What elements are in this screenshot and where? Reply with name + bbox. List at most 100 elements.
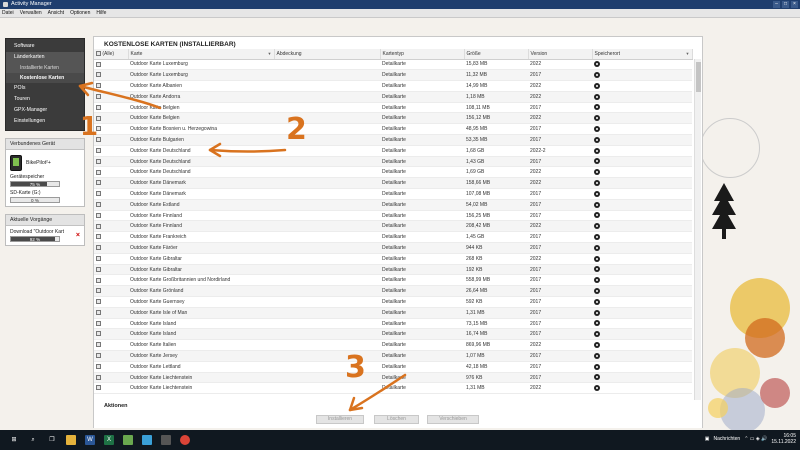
row-checkbox-cell[interactable] <box>94 102 128 114</box>
row-checkbox[interactable] <box>96 385 101 391</box>
row-checkbox-cell[interactable] <box>94 220 128 233</box>
cell-speicherort[interactable] <box>592 69 692 82</box>
row-checkbox-cell[interactable] <box>94 361 128 373</box>
row-checkbox-cell[interactable] <box>94 372 128 384</box>
storage-location-icon[interactable] <box>594 180 600 186</box>
storage-location-icon[interactable] <box>594 72 600 79</box>
row-checkbox[interactable] <box>96 61 101 67</box>
cell-speicherort[interactable] <box>592 91 692 103</box>
cell-speicherort[interactable] <box>592 123 692 136</box>
storage-location-icon[interactable] <box>594 266 600 273</box>
table-row[interactable]: Outdoor Karte Bosnien u. Herzegowina Deta… <box>94 123 692 136</box>
row-checkbox-cell[interactable] <box>94 274 128 287</box>
row-checkbox[interactable] <box>96 104 101 110</box>
table-row[interactable]: Outdoor Karte Guernsey Detailkarte 592 KB 2… <box>94 296 692 308</box>
storage-location-icon[interactable] <box>594 93 600 100</box>
storage-location-icon[interactable] <box>594 374 600 381</box>
nav-laenderkarten[interactable]: Länderkarten <box>6 52 84 63</box>
row-checkbox[interactable] <box>96 93 101 99</box>
menu-datei[interactable]: Datei <box>2 10 14 16</box>
cell-speicherort[interactable] <box>592 382 692 395</box>
storage-location-icon[interactable] <box>594 309 600 316</box>
storage-location-icon[interactable] <box>594 255 600 262</box>
row-checkbox-cell[interactable] <box>94 231 128 244</box>
storage-location-icon[interactable] <box>594 104 600 111</box>
table-scrollbar[interactable] <box>694 59 701 417</box>
storage-location-icon[interactable] <box>594 201 600 208</box>
cell-speicherort[interactable] <box>592 307 692 319</box>
row-checkbox-cell[interactable] <box>94 188 128 200</box>
storage-location-icon[interactable] <box>594 298 600 305</box>
row-checkbox[interactable] <box>96 201 101 207</box>
row-checkbox-cell[interactable] <box>94 134 128 146</box>
cell-speicherort[interactable] <box>592 253 692 265</box>
row-checkbox[interactable] <box>96 374 101 380</box>
cell-speicherort[interactable] <box>592 145 692 157</box>
storage-location-icon[interactable] <box>594 244 600 251</box>
table-row[interactable]: Outdoor Karte Jersey Detailkarte 1,07 MB 20… <box>94 350 692 362</box>
row-checkbox-cell[interactable] <box>94 264 128 276</box>
cell-speicherort[interactable] <box>592 210 692 222</box>
cell-speicherort[interactable] <box>592 102 692 114</box>
row-checkbox-cell[interactable] <box>94 350 128 362</box>
cell-speicherort[interactable] <box>592 188 692 200</box>
cell-speicherort[interactable] <box>592 361 692 373</box>
table-row[interactable]: Outdoor Karte Belgien Detailkarte 108,11 M… <box>94 102 692 114</box>
table-row[interactable]: Outdoor Karte Deutschland Detailkarte 1,43… <box>94 156 692 168</box>
windows-start-icon[interactable]: ⊞ <box>9 435 19 445</box>
column-groesse[interactable]: Größe <box>464 49 529 60</box>
row-checkbox-cell[interactable] <box>94 339 128 352</box>
notifications-label[interactable]: Nachrichten <box>714 436 741 442</box>
table-row[interactable]: Outdoor Karte Italien Detailkarte 869,96 M… <box>94 339 692 352</box>
select-all-checkbox[interactable] <box>96 50 101 56</box>
row-checkbox-cell[interactable] <box>94 156 128 168</box>
storage-location-icon[interactable] <box>594 115 600 122</box>
file-explorer-icon[interactable] <box>66 435 76 445</box>
row-checkbox-cell[interactable] <box>94 318 128 330</box>
storage-location-icon[interactable] <box>594 287 600 294</box>
table-row[interactable]: Outdoor Karte Island Detailkarte 73,15 MB 2… <box>94 318 692 330</box>
row-checkbox[interactable] <box>96 309 101 315</box>
cell-speicherort[interactable] <box>592 264 692 276</box>
row-checkbox-cell[interactable] <box>94 328 128 341</box>
table-row[interactable]: Outdoor Karte Liechtenstein Detailkarte 97… <box>94 372 692 384</box>
table-row[interactable]: Outdoor Karte Belgien Detailkarte 156,12 M… <box>94 112 692 125</box>
menu-optionen[interactable]: Optionen <box>70 10 90 16</box>
row-checkbox-cell[interactable] <box>94 91 128 103</box>
storage-location-icon[interactable] <box>594 212 600 219</box>
nav-pois[interactable]: POIs <box>6 83 84 94</box>
storage-location-icon[interactable] <box>594 190 600 197</box>
table-row[interactable]: Outdoor Karte Luxemburg Detailkarte 11,32 … <box>94 69 692 82</box>
row-checkbox[interactable] <box>96 363 101 369</box>
minimize-button[interactable]: – <box>773 1 780 8</box>
row-checkbox[interactable] <box>96 288 101 294</box>
nav-einstellungen[interactable]: Einstellungen <box>6 116 84 127</box>
row-checkbox[interactable] <box>96 83 101 89</box>
menu-verwalten[interactable]: Verwalten <box>20 10 42 16</box>
table-row[interactable]: Outdoor Karte Lettland Detailkarte 42,18 M… <box>94 361 692 373</box>
storage-location-icon[interactable] <box>594 341 600 348</box>
nav-kostenlose-karten[interactable]: Kostenlose Karten <box>6 73 84 83</box>
row-checkbox[interactable] <box>96 223 101 229</box>
column-select-all[interactable]: (Alle) <box>94 49 129 60</box>
app-taskbar-icon[interactable] <box>142 435 152 445</box>
table-row[interactable]: Outdoor Karte Bulgarien Detailkarte 53,35 … <box>94 134 692 146</box>
row-checkbox-cell[interactable] <box>94 296 128 308</box>
row-checkbox-cell[interactable] <box>94 382 128 395</box>
row-checkbox[interactable] <box>96 331 101 337</box>
table-row[interactable]: Outdoor Karte Finnland Detailkarte 208,42 … <box>94 220 692 233</box>
storage-location-icon[interactable] <box>594 158 600 165</box>
table-row[interactable]: Outdoor Karte Albanien Detailkarte 14,99 M… <box>94 80 692 92</box>
table-row[interactable]: Outdoor Karte Deutschland Detailkarte 1,68… <box>94 145 692 157</box>
row-checkbox-cell[interactable] <box>94 166 128 179</box>
table-row[interactable]: Outdoor Karte Estland Detailkarte 54,02 MB… <box>94 199 692 211</box>
cell-speicherort[interactable] <box>592 177 692 190</box>
row-checkbox-cell[interactable] <box>94 177 128 190</box>
column-version[interactable]: Version <box>528 49 593 60</box>
storage-location-icon[interactable] <box>594 126 600 133</box>
row-checkbox[interactable] <box>96 147 101 153</box>
activity-manager-taskbar-icon[interactable] <box>123 435 133 445</box>
row-checkbox-cell[interactable] <box>94 253 128 265</box>
cell-speicherort[interactable] <box>592 220 692 233</box>
table-row[interactable]: Outdoor Karte Liechtenstein Detailkarte 1,… <box>94 382 692 395</box>
